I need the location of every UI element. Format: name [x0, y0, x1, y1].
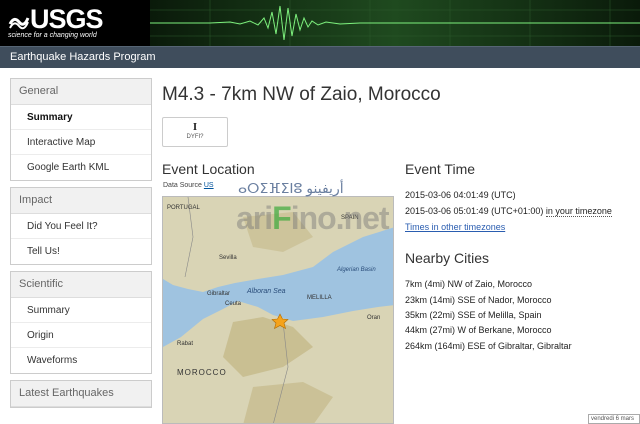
map-label-oran: Oran [367, 315, 380, 321]
watermark-arabic: ⴰⵔⵉⴼⵉⵏⵓ أريفينو [238, 180, 344, 196]
dyfi-badge[interactable]: I DYFI? [162, 117, 228, 147]
map-label-melilla: MELILLA [307, 295, 332, 301]
nearby-city-item: 35km (22mi) SSE of Melilla, Spain [405, 310, 542, 320]
map-label-gibraltar: Gibraltar [207, 291, 230, 297]
data-source: Data Source US [163, 182, 214, 189]
nav-group-general: General Summary Interactive Map Google E… [10, 78, 152, 181]
map-label-rabat: Rabat [177, 341, 193, 347]
map-label-algerian-basin: Algerian Basin [336, 267, 376, 273]
watermark-logo: ariFino.net [236, 200, 390, 237]
nav-header-latest-earthquakes[interactable]: Latest Earthquakes [11, 381, 151, 407]
sidebar-item-interactive-map[interactable]: Interactive Map [11, 130, 151, 155]
usgs-wave-icon [8, 17, 30, 30]
logo-tagline: science for a changing world [8, 32, 97, 39]
sidebar-item-waveforms[interactable]: Waveforms [11, 348, 151, 373]
map-label-ceuta: Ceuta [225, 301, 242, 307]
watermark-part-a: ari [236, 200, 273, 236]
nav-group-impact: Impact Did You Feel It? Tell Us! [10, 187, 152, 265]
event-location-heading: Event Location [162, 161, 255, 177]
nearby-city-item: 44km (27mi) W of Berkane, Morocco [405, 325, 552, 335]
event-time-local-value: 2015-03-06 05:01:49 (UTC+01:00) [405, 206, 544, 216]
nearby-cities-heading: Nearby Cities [405, 250, 490, 266]
nav-group-latest: Latest Earthquakes [10, 380, 152, 408]
sidebar-item-google-earth-kml[interactable]: Google Earth KML [11, 155, 151, 180]
dyfi-intensity-value: I [192, 121, 198, 133]
watermark-part-f: F [272, 200, 292, 236]
your-timezone-link[interactable]: in your timezone [545, 206, 612, 217]
nav-header-scientific: Scientific [11, 272, 151, 298]
seismogram-graphic [150, 0, 640, 46]
nearby-city-item: 7km (4mi) NW of Zaio, Morocco [405, 279, 533, 289]
event-time-local: 2015-03-06 05:01:49 (UTC+01:00) in your … [405, 206, 612, 217]
nav-header-general: General [11, 79, 151, 105]
sidebar-item-dyfi[interactable]: Did You Feel It? [11, 214, 151, 239]
data-source-label: Data Source [163, 182, 202, 189]
site-header: USGS science for a changing world [0, 0, 640, 46]
usgs-logo[interactable]: USGS science for a changing world [8, 4, 118, 42]
map-label-portugal: PORTUGAL [167, 205, 201, 211]
sidebar-item-origin[interactable]: Origin [11, 323, 151, 348]
map-label-alboran: Alboran Sea [246, 288, 286, 295]
page-title: M4.3 - 7km NW of Zaio, Morocco [162, 84, 441, 105]
program-bar: Earthquake Hazards Program [0, 46, 640, 68]
sidebar-nav: General Summary Interactive Map Google E… [10, 78, 152, 414]
data-source-link[interactable]: US [204, 182, 214, 189]
other-timezones-link[interactable]: Times in other timezones [405, 222, 505, 232]
event-time-utc: 2015-03-06 04:01:49 (UTC) [405, 190, 516, 200]
sidebar-item-summary[interactable]: Summary [11, 105, 151, 130]
program-title-link[interactable]: Earthquake Hazards Program [10, 51, 156, 63]
map-label-morocco: MOROCCO [177, 368, 227, 377]
map-label-sevilla: Sevilla [219, 255, 237, 261]
dyfi-label: DYFI? [186, 134, 204, 140]
nav-header-impact: Impact [11, 188, 151, 214]
event-time-heading: Event Time [405, 161, 476, 177]
nearby-city-item: 264km (164mi) ESE of Gibraltar, Gibralta… [405, 341, 572, 351]
nav-group-scientific: Scientific Summary Origin Waveforms [10, 271, 152, 374]
date-corner-tag: vendredi 6 mars [588, 414, 640, 424]
watermark-part-b: ino.net [290, 200, 390, 236]
sidebar-item-scientific-summary[interactable]: Summary [11, 298, 151, 323]
sidebar-item-tell-us[interactable]: Tell Us! [11, 239, 151, 264]
logo-text: USGS [30, 4, 104, 34]
nearby-city-item: 23km (14mi) SSE of Nador, Morocco [405, 295, 552, 305]
